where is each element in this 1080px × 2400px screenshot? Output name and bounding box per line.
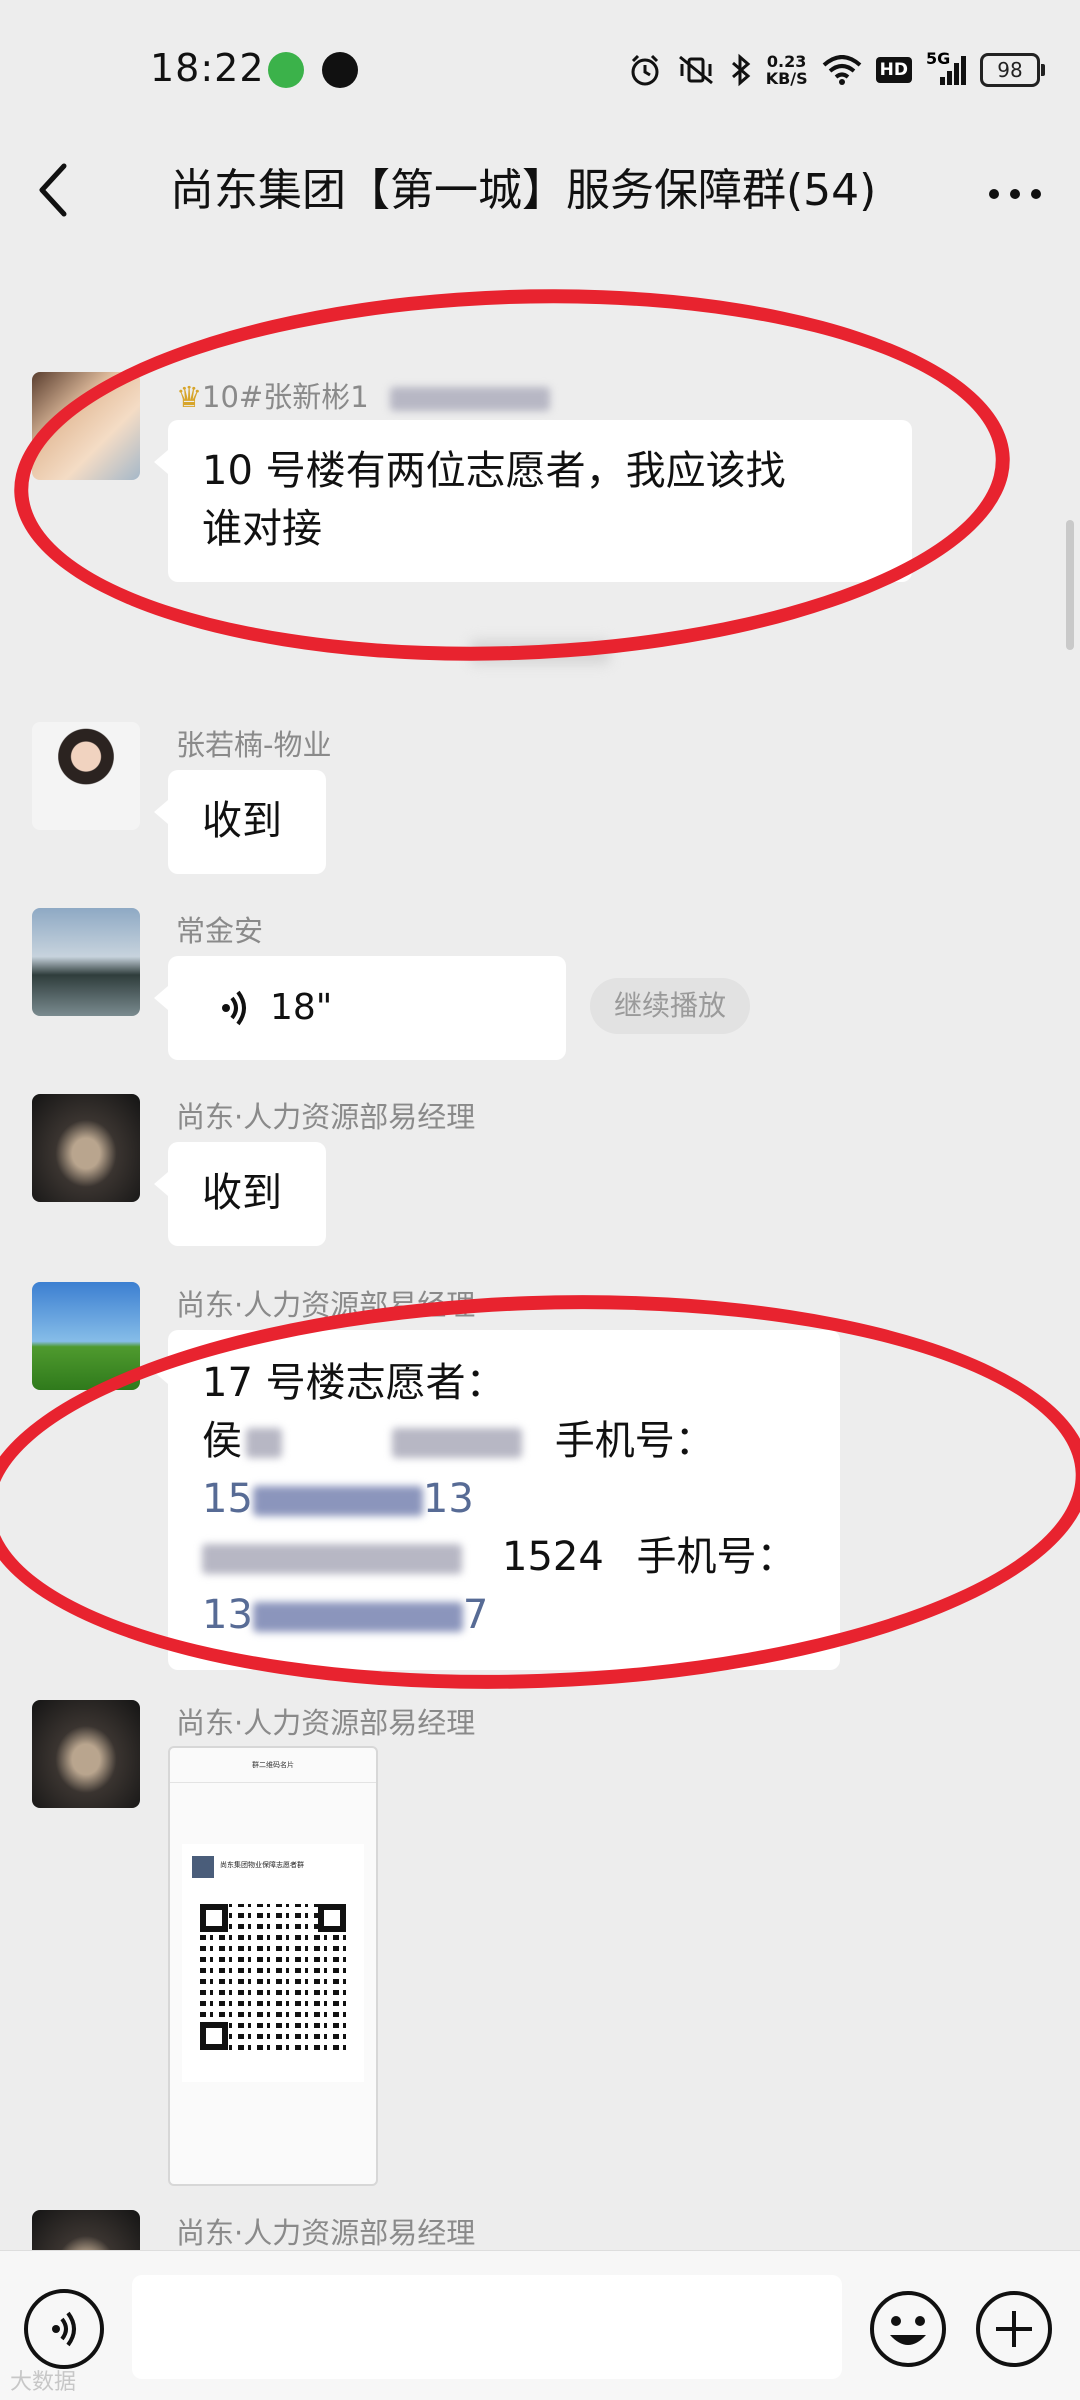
wifi-icon [822,55,862,85]
more-options-button[interactable] [980,154,1050,224]
message-text: 收到 [202,798,282,844]
watermark: 大数据 [10,2370,77,2395]
chat-message: 张若楠-物业 收到 [0,722,1080,882]
annotation-circle [7,272,1017,678]
network-speed: 0.23 KB/S [766,53,808,87]
voice-duration: 18" [270,987,333,1028]
hd-icon: HD [875,57,912,83]
chat-screen: 18:22 0.23 KB/S HD 5G 98 尚东集团【第一城】服务保障群(… [0,0,1080,2400]
battery-indicator: 98 [980,53,1045,87]
input-bar [0,2250,1080,2400]
chat-message: 尚东·人力资源部易经理 [0,1700,1080,1808]
sender-name: 尚东·人力资源部易经理 [176,1706,476,1740]
chat-message: 尚东·人力资源部易经理 [0,2210,1080,2318]
avatar[interactable] [32,1094,140,1202]
message-text: 收到 [202,1170,282,1216]
qr-finder-pattern [318,1904,346,1932]
voice-message-bubble[interactable]: 18" [154,956,566,1060]
message-input[interactable] [132,2275,842,2379]
net-speed-value: 0.23 [766,52,807,71]
sender-name: 张若楠-物业 [176,728,332,762]
message-bubble[interactable]: 收到 [154,770,326,874]
voice-icon [52,2311,76,2347]
qr-finder-pattern [200,1904,228,1932]
signal-5g-icon: 5G [926,49,966,87]
qr-finder-pattern [200,2022,228,2050]
more-dots-icon [989,189,1041,199]
chat-header: 尚东集团【第一城】服务保障群(54) [0,140,1080,240]
tiktok-app-icon [322,52,358,88]
bluetooth-icon [730,53,752,87]
avatar[interactable] [32,1700,140,1808]
avatar[interactable] [32,908,140,1016]
vibrate-mute-icon [676,53,716,87]
voice-input-button[interactable] [24,2289,104,2369]
sender-name: 尚东·人力资源部易经理 [176,1100,476,1134]
video-app-icon [268,52,304,88]
alarm-icon [628,53,662,87]
status-time: 18:22 [150,46,265,90]
qr-group-name: 尚东集团物业保障志愿者群 [220,1861,304,1869]
emoji-button[interactable] [866,2287,950,2371]
voice-wave-icon [222,990,246,1026]
net-speed-unit: KB/S [765,69,808,88]
image-title-bar: 群二维码名片 [170,1748,376,1783]
status-icons: 0.23 KB/S HD 5G 98 [628,48,1045,92]
image-title: 群二维码名片 [252,1761,294,1769]
more-functions-button[interactable] [972,2287,1056,2371]
avatar[interactable] [32,722,140,830]
sender-name: 尚东·人力资源部易经理 [176,2216,476,2250]
chevron-left-icon [39,163,67,217]
continue-playing-button[interactable]: 继续播放 [590,978,751,1034]
message-bubble[interactable]: 收到 [154,1142,326,1246]
status-bar: 18:22 0.23 KB/S HD 5G 98 [0,0,1080,140]
chat-message: 尚东·人力资源部易经理 收到 [0,1094,1080,1254]
group-avatar [192,1856,214,1878]
chat-title: 尚东集团【第一城】服务保障群(54) [170,165,877,216]
emoji-icon [870,2291,946,2367]
plus-icon [976,2291,1052,2367]
sender-name: 常金安 [176,914,264,948]
qr-card: 尚东集团物业保障志愿者群 [182,1844,364,2082]
qr-code-image-message[interactable]: 群二维码名片 尚东集团物业保障志愿者群 [168,1746,378,2186]
network-type: 5G [926,49,951,68]
back-button[interactable] [28,150,98,230]
